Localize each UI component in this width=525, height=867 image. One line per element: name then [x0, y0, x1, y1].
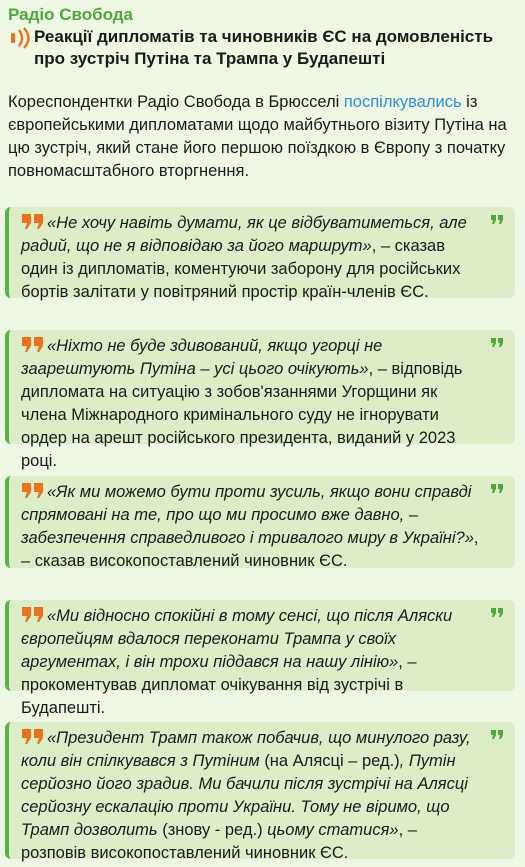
- quote-text: «Ніхто не буде здивований, якщо угорці н…: [21, 337, 383, 378]
- quote-close-icon: [491, 608, 503, 617]
- quote-block: «Президент Трамп також побачив, що минул…: [5, 722, 515, 862]
- channel-name[interactable]: Радіо Свобода: [8, 5, 133, 25]
- source-link[interactable]: поспілкувались: [344, 93, 462, 111]
- quote-block: «Не хочу навіть думати, як це відбуватим…: [5, 207, 515, 301]
- quote-open-icon: [22, 337, 43, 352]
- quote-block: «Ми відносно спокійні в тому сенсі, що п…: [5, 600, 515, 717]
- intro-paragraph: Кореспондентки Радіо Свобода в Брюсселі …: [8, 91, 516, 183]
- intro-text-start: Кореспондентки Радіо Свобода в Брюсселі: [8, 93, 344, 111]
- quote-open-icon: [22, 483, 43, 498]
- quote-close-icon: [491, 484, 503, 493]
- channel-message: Радіо Свобода Реакції дипломатів та чино…: [0, 0, 525, 867]
- quote-attribution: (знову - ред.): [162, 821, 263, 839]
- quote-block: «Ніхто не буде здивований, якщо угорці н…: [5, 330, 515, 470]
- quote-open-icon: [22, 607, 43, 622]
- quote-open-icon: [22, 729, 43, 744]
- quote-text: цьому статися»: [262, 821, 399, 839]
- quote-close-icon: [491, 215, 503, 224]
- headline-text: Реакції дипломатів та чиновників ЄС на д…: [34, 27, 494, 68]
- quote-text: «Ми відносно спокійні в тому сенсі, що п…: [21, 607, 453, 671]
- quote-close-icon: [491, 338, 503, 347]
- quote-close-icon: [491, 730, 503, 739]
- quote-attribution: (на Алясці – ред.): [264, 752, 400, 770]
- quote-block: «Як ми можемо бути проти зусиль, якщо во…: [5, 476, 515, 570]
- speaker-icon: [11, 27, 30, 49]
- quote-text: «Як ми можемо бути проти зусиль, якщо во…: [21, 483, 474, 547]
- quote-open-icon: [22, 214, 43, 229]
- headline: Реакції дипломатів та чиновників ЄС на д…: [8, 26, 513, 70]
